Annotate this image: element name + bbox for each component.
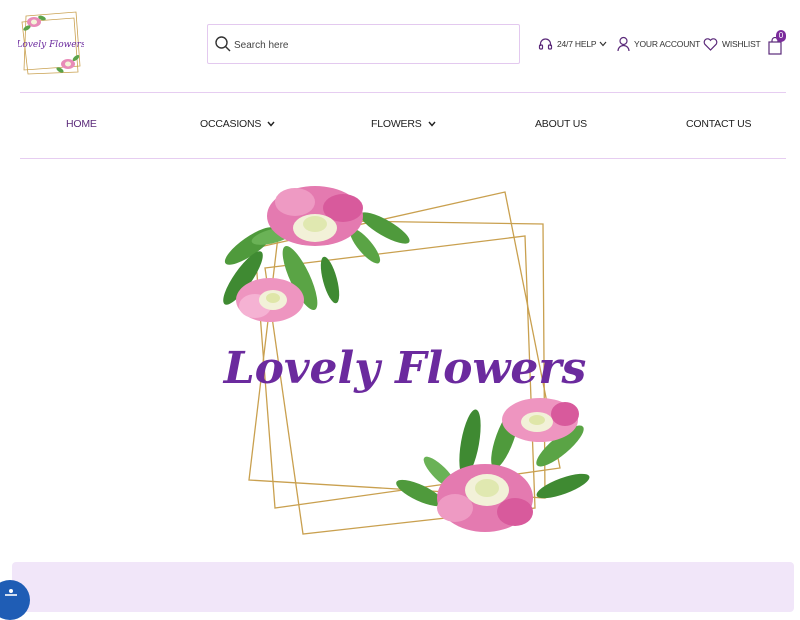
account-link[interactable]: YOUR ACCOUNT <box>617 34 700 54</box>
hero-logo-text: Lovely Flowers <box>222 343 587 394</box>
nav-divider <box>20 158 786 159</box>
wishlist-link[interactable]: WISHLIST <box>703 34 761 54</box>
nav-occasions[interactable]: OCCASIONS <box>200 118 275 130</box>
account-label: YOUR ACCOUNT <box>634 39 701 49</box>
site-header: Lovely Flowers 24/7 HELP YOUR ACCOUNT <box>0 0 800 92</box>
nav-flowers[interactable]: FLOWERS <box>371 118 436 130</box>
user-icon <box>617 36 630 52</box>
nav-home-label: HOME <box>66 118 97 130</box>
cart-button[interactable]: 0 <box>768 30 790 57</box>
chevron-down-icon <box>599 41 607 47</box>
heart-icon <box>703 38 718 51</box>
logo-small-text: Lovely Flowers <box>18 40 84 50</box>
search-box <box>207 24 520 64</box>
nav-about-label: ABOUT US <box>535 118 587 130</box>
bottom-flower-cluster <box>396 398 590 532</box>
search-input[interactable] <box>232 33 516 57</box>
chevron-down-icon <box>427 121 436 127</box>
search-icon[interactable] <box>214 35 232 53</box>
headset-icon <box>538 37 553 50</box>
nav-about[interactable]: ABOUT US <box>535 118 587 130</box>
site-logo[interactable]: Lovely Flowers <box>15 10 86 78</box>
nav-contact[interactable]: CONTACT US <box>686 118 751 130</box>
wishlist-label: WISHLIST <box>722 39 761 49</box>
nav-contact-label: CONTACT US <box>686 118 752 130</box>
help-link[interactable]: 24/7 HELP <box>538 34 611 54</box>
accessibility-icon <box>5 589 17 596</box>
chevron-down-icon <box>267 121 275 127</box>
cart-count-badge: 0 <box>776 30 786 42</box>
nav-occasions-label: OCCASIONS <box>200 118 262 130</box>
help-label: 24/7 HELP <box>557 39 597 49</box>
nav-flowers-label: FLOWERS <box>371 118 422 130</box>
nav-home[interactable]: HOME <box>66 118 97 130</box>
main-nav: HOME OCCASIONS FLOWERS ABOUT US CONTACT … <box>20 93 786 158</box>
hero-logo: Lovely Flowers <box>215 168 595 558</box>
promo-banner <box>12 562 794 612</box>
